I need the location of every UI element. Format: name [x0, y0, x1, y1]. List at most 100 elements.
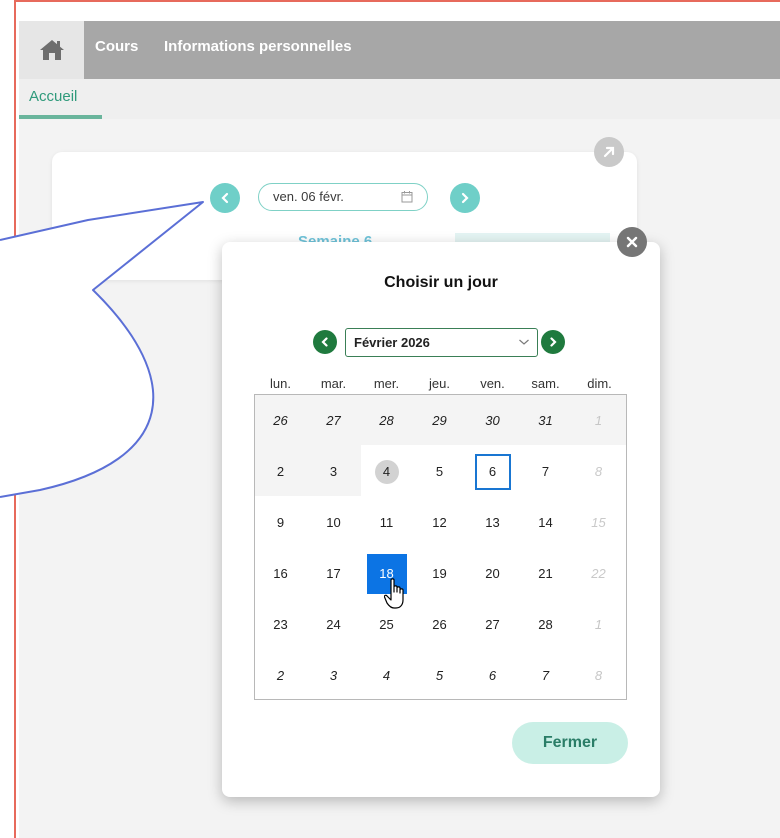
calendar-day[interactable]: 3 [308, 650, 359, 701]
calendar-day[interactable]: 26 [255, 395, 306, 446]
calendar-day-number: 7 [541, 464, 550, 479]
calendar-day[interactable]: 17 [308, 548, 359, 599]
calendar-day-number: 2 [276, 464, 285, 479]
chevron-down-icon [519, 339, 529, 345]
calendar-day[interactable]: 23 [255, 599, 306, 650]
calendar-day-number: 22 [591, 566, 606, 581]
calendar-day[interactable]: 31 [520, 395, 571, 446]
calendar-day-number: 19 [432, 566, 447, 581]
calendar-day[interactable]: 5 [414, 650, 465, 701]
calendar-day-number: 24 [326, 617, 341, 632]
calendar-day-number: 7 [541, 668, 550, 683]
calendar-day[interactable]: 7 [520, 650, 571, 701]
calendar-day-number: 8 [594, 668, 603, 683]
calendar-day-number: 9 [276, 515, 285, 530]
calendar-day-number: 6 [488, 668, 497, 683]
calendar-day[interactable]: 6 [467, 446, 518, 497]
month-select[interactable]: Février 2026 [345, 328, 538, 357]
calendar-day[interactable]: 28 [361, 395, 412, 446]
calendar-day-number: 6 [474, 453, 511, 490]
calendar-day[interactable]: 6 [467, 650, 518, 701]
calendar-day[interactable]: 3 [308, 446, 359, 497]
next-month-button[interactable] [541, 330, 565, 354]
calendar-day-number: 21 [538, 566, 553, 581]
calendar-day-number: 27 [326, 413, 341, 428]
calendar-day[interactable]: 22 [573, 548, 624, 599]
weekday-header: dim. [587, 376, 612, 391]
calendar-day[interactable]: 8 [573, 446, 624, 497]
dialog-title: Choisir un jour [384, 274, 498, 291]
month-select-value: Février 2026 [354, 335, 430, 350]
calendar-day[interactable]: 20 [467, 548, 518, 599]
calendar-day-number: 3 [329, 464, 338, 479]
calendar-day[interactable]: 1 [573, 395, 624, 446]
calendar-day[interactable]: 29 [414, 395, 465, 446]
calendar-day-number: 1 [594, 617, 603, 632]
calendar-day[interactable]: 28 [520, 599, 571, 650]
calendar-day[interactable]: 24 [308, 599, 359, 650]
calendar-day[interactable]: 4 [361, 650, 412, 701]
weekday-header: ven. [480, 376, 505, 391]
chevron-left-icon [321, 337, 328, 347]
calendar-day[interactable]: 19 [414, 548, 465, 599]
calendar-day[interactable]: 5 [414, 446, 465, 497]
close-dialog-button[interactable] [617, 227, 647, 257]
calendar-day[interactable]: 2 [255, 650, 306, 701]
calendar-day-number: 28 [538, 617, 553, 632]
calendar-day[interactable]: 13 [467, 497, 518, 548]
calendar-day[interactable]: 21 [520, 548, 571, 599]
calendar-day[interactable]: 1 [573, 599, 624, 650]
calendar-day[interactable]: 4 [361, 446, 412, 497]
weekday-header: lun. [270, 376, 291, 391]
calendar-day[interactable]: 7 [520, 446, 571, 497]
close-button[interactable]: Fermer [512, 722, 628, 764]
calendar-day[interactable]: 16 [255, 548, 306, 599]
calendar-day-number: 31 [538, 413, 553, 428]
hand-cursor-icon [384, 578, 404, 609]
weekday-header: sam. [531, 376, 560, 391]
calendar-day-number: 30 [485, 413, 500, 428]
calendar-day-number: 3 [329, 668, 338, 683]
calendar-day-number: 17 [326, 566, 341, 581]
calendar-day-number: 29 [432, 413, 447, 428]
calendar-day-number: 5 [435, 668, 444, 683]
calendar-day[interactable]: 26 [414, 599, 465, 650]
calendar-day-number: 23 [273, 617, 288, 632]
calendar-day[interactable]: 14 [520, 497, 571, 548]
calendar-day[interactable]: 10 [308, 497, 359, 548]
calendar-day[interactable]: 27 [308, 395, 359, 446]
calendar-day-number: 4 [382, 668, 391, 683]
calendar-day[interactable]: 11 [361, 497, 412, 548]
calendar-day-number: 12 [432, 515, 447, 530]
weekday-header: jeu. [429, 376, 450, 391]
calendar-day-number: 25 [379, 617, 394, 632]
calendar-day-number: 28 [379, 413, 394, 428]
calendar-day-number: 15 [591, 515, 606, 530]
calendar-day-number: 11 [379, 515, 394, 530]
weekday-header: mar. [320, 376, 347, 391]
calendar-day-number: 20 [485, 566, 500, 581]
calendar-day[interactable]: 8 [573, 650, 624, 701]
calendar-day[interactable]: 15 [573, 497, 624, 548]
calendar-day[interactable]: 9 [255, 497, 306, 548]
chevron-right-icon [550, 337, 557, 347]
calendar-day-number: 1 [594, 413, 603, 428]
calendar-day[interactable]: 2 [255, 446, 306, 497]
day-picker-dialog: Choisir un jour Février 2026 lun. mar. m… [222, 242, 660, 797]
calendar-day[interactable]: 27 [467, 599, 518, 650]
previous-month-button[interactable] [313, 330, 337, 354]
calendar-day-number: 26 [432, 617, 447, 632]
close-icon [626, 236, 638, 248]
calendar-day[interactable]: 12 [414, 497, 465, 548]
calendar-day-number: 4 [374, 459, 399, 484]
weekday-header: mer. [373, 376, 400, 391]
calendar-day-number: 27 [485, 617, 500, 632]
calendar-day[interactable]: 30 [467, 395, 518, 446]
calendar-day-number: 2 [276, 668, 285, 683]
calendar-day-number: 8 [594, 464, 603, 479]
calendar-day-number: 14 [538, 515, 553, 530]
calendar-day-number: 13 [485, 515, 500, 530]
calendar-day-number: 26 [273, 413, 288, 428]
calendar-day-number: 16 [273, 566, 288, 581]
calendar-day-number: 5 [435, 464, 444, 479]
